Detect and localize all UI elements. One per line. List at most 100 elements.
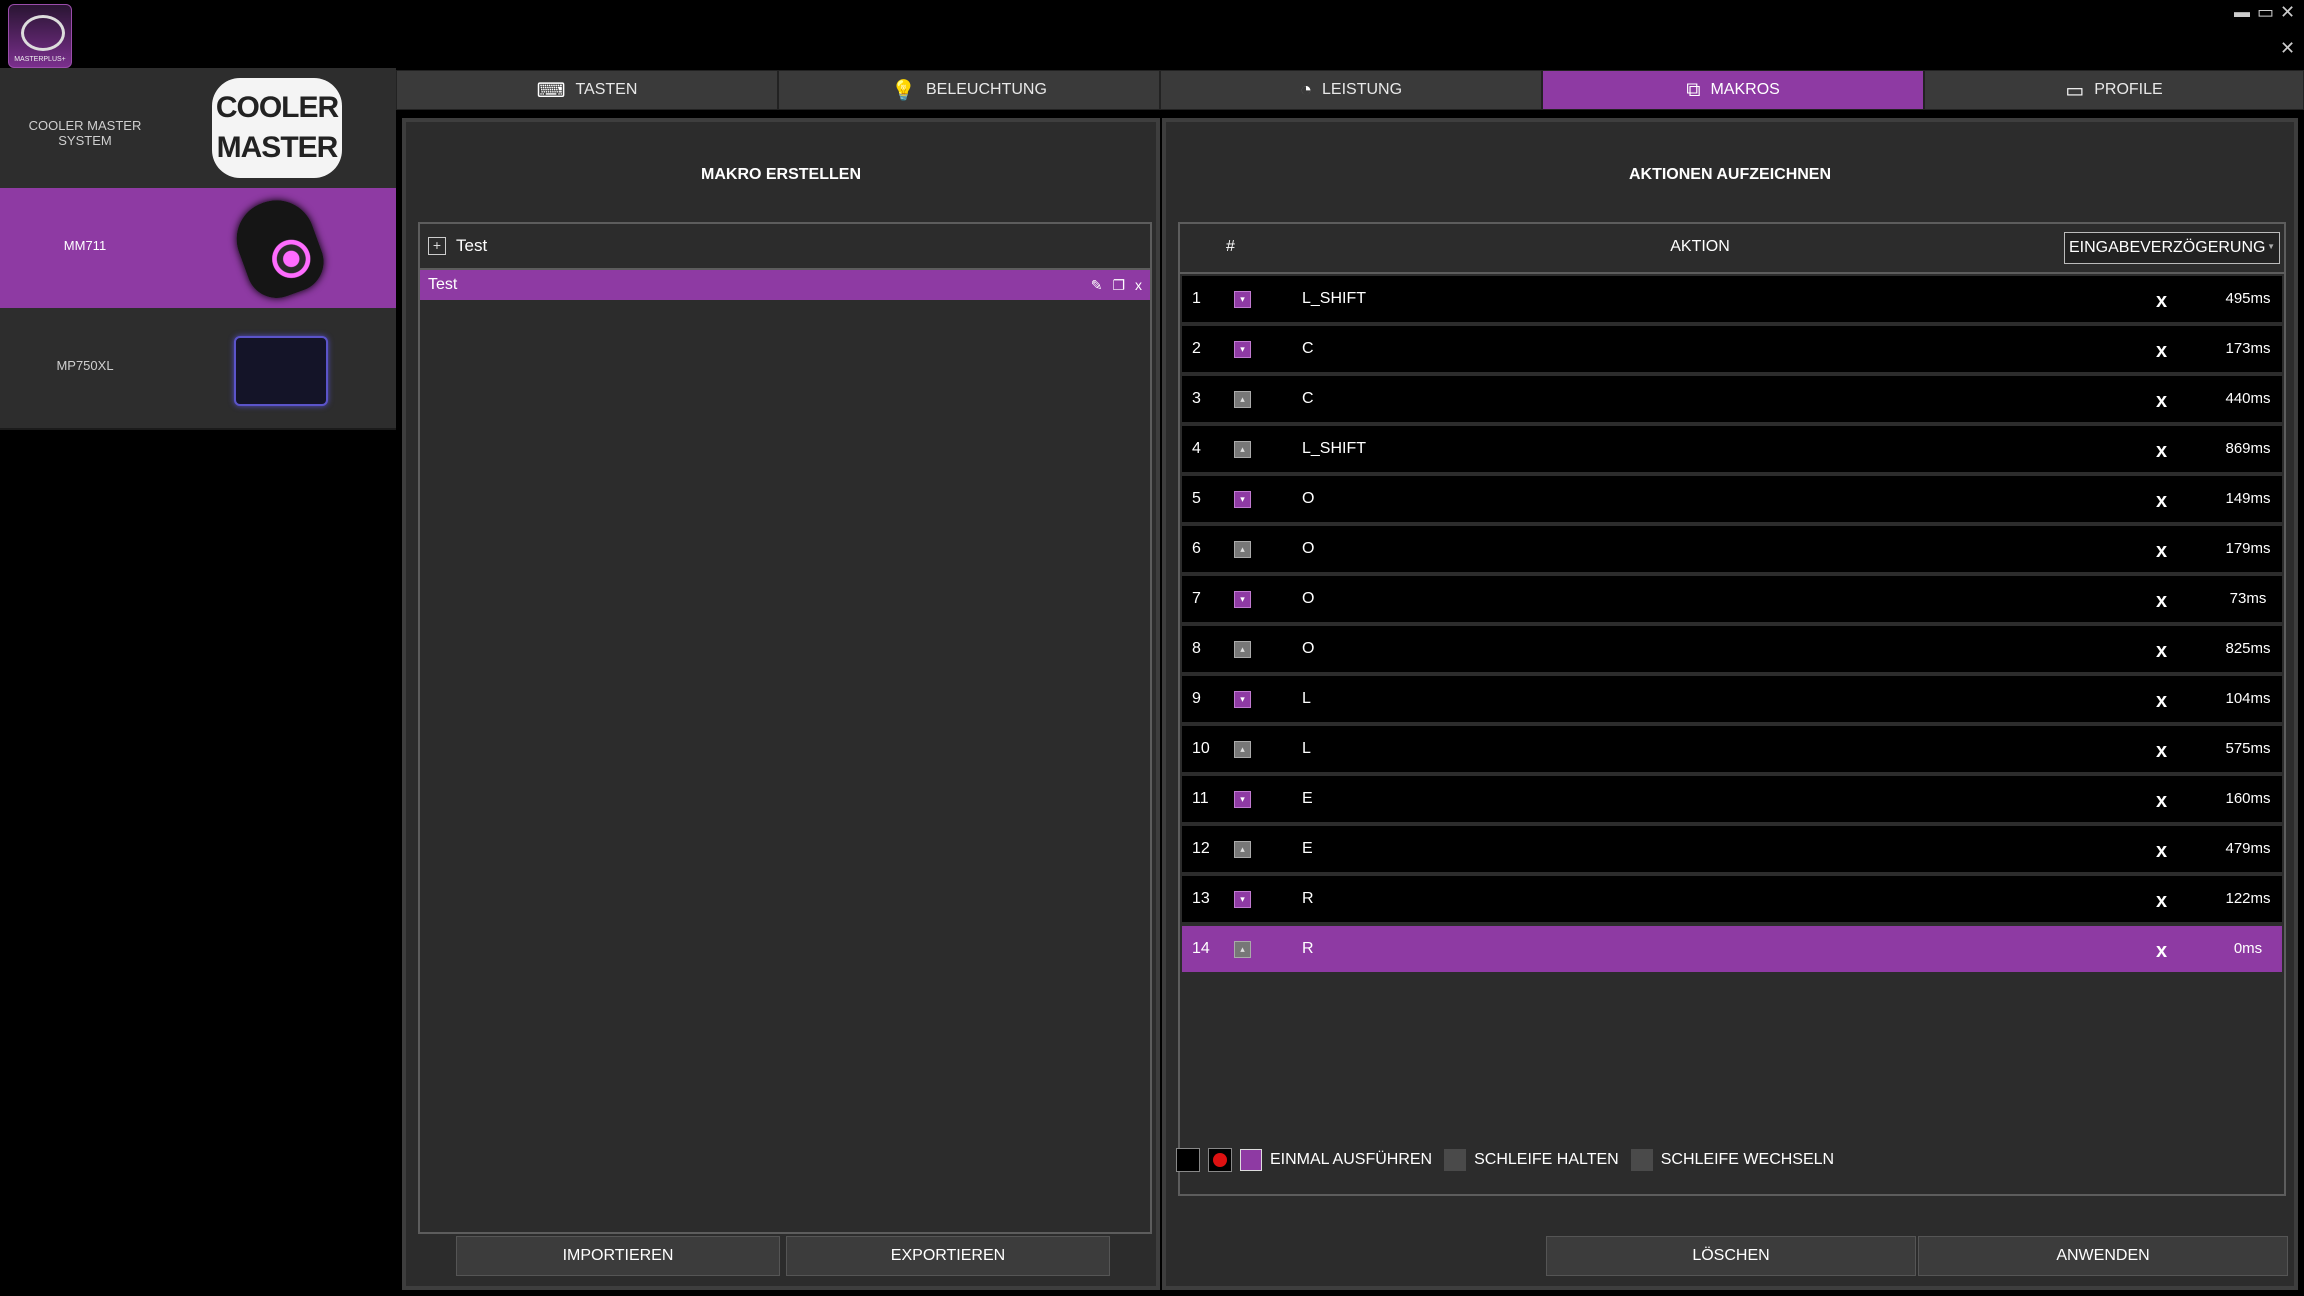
run-once-label: EINMAL AUSFÜHREN [1270,1151,1433,1168]
row-key: E [1302,840,1313,857]
row-number: 7 [1192,590,1201,607]
export-button[interactable]: EXPORTIEREN [786,1236,1110,1276]
record-button[interactable] [1208,1148,1232,1172]
masterplus-logo[interactable]: MASTERPLUS+ [8,4,72,68]
table-row[interactable]: 2 ▾ Cx 173ms [1182,326,2282,376]
device-name: MP750XL [56,358,114,373]
row-delay[interactable]: 495ms [2222,290,2274,307]
import-button[interactable]: IMPORTIEREN [456,1236,780,1276]
row-key: C [1302,340,1314,357]
tab-label: PROFILE [2094,81,2163,98]
row-delay[interactable]: 0ms [2222,940,2274,957]
row-key: E [1302,790,1313,807]
device-item-mp750xl[interactable]: MP750XL [0,308,396,430]
device-sidebar: COOLER MASTER SYSTEM COOLER MASTER MM711… [0,68,396,1296]
table-row[interactable]: 7 ▾ Ox 73ms [1182,576,2282,626]
delete-row-icon[interactable]: x [2156,890,2167,913]
delete-row-icon[interactable]: x [2156,740,2167,763]
key-up-icon: ▴ [1234,391,1251,408]
delete-row-icon[interactable]: x [2156,690,2167,713]
delete-macro-icon[interactable]: x [1135,277,1142,294]
device-item-mm711[interactable]: MM711 [0,188,396,310]
delete-row-icon[interactable]: x [2156,340,2167,363]
row-key: R [1302,890,1314,907]
key-down-icon: ▾ [1234,491,1251,508]
row-delay[interactable]: 104ms [2222,690,2274,707]
delete-button[interactable]: LÖSCHEN [1546,1236,1916,1276]
row-delay[interactable]: 73ms [2222,590,2274,607]
table-row[interactable]: 11 ▾ Ex 160ms [1182,776,2282,826]
duplicate-icon[interactable]: ❐ [1112,277,1125,294]
cooler-master-logo: COOLER MASTER [212,78,342,178]
table-row[interactable]: 14 ▴ Rx 0ms [1182,926,2282,976]
device-name: COOLER MASTER SYSTEM [28,118,142,148]
table-row[interactable]: 10 ▴ Lx 575ms [1182,726,2282,776]
row-key: C [1302,390,1314,407]
close-button-top[interactable]: ✕ [2280,2,2295,23]
table-row[interactable]: 3 ▴ Cx 440ms [1182,376,2282,426]
tab-profile[interactable]: ▭ PROFILE [1924,70,2304,110]
table-row[interactable]: 9 ▾ Lx 104ms [1182,676,2282,726]
table-row[interactable]: 13 ▾ Rx 122ms [1182,876,2282,926]
delete-row-icon[interactable]: x [2156,540,2167,563]
delete-row-icon[interactable]: x [2156,490,2167,513]
record-actions-panel: AKTIONEN AUFZEICHNEN # AKTION EINGABEVER… [1162,118,2298,1290]
row-number: 3 [1192,390,1201,407]
row-delay[interactable]: 440ms [2222,390,2274,407]
tab-label: MAKROS [1710,81,1780,98]
macro-item-selected[interactable]: Test ✎ ❐ x [420,270,1150,300]
row-delay[interactable]: 160ms [2222,790,2274,807]
loop-toggle-checkbox[interactable] [1630,1149,1653,1171]
table-row[interactable]: 5 ▾ Ox 149ms [1182,476,2282,526]
delete-row-icon[interactable]: x [2156,440,2167,463]
row-delay[interactable]: 179ms [2222,540,2274,557]
maximize-button[interactable]: ▭ [2257,2,2274,23]
edit-icon[interactable]: ✎ [1091,277,1103,294]
tab-beleuchtung[interactable]: 💡 BELEUCHTUNG [778,70,1160,110]
close-button[interactable]: ✕ [2280,38,2295,59]
delete-row-icon[interactable]: x [2156,390,2167,413]
key-down-icon: ▾ [1234,291,1251,308]
table-row[interactable]: 8 ▴ Ox 825ms [1182,626,2282,676]
key-up-icon: ▴ [1234,741,1251,758]
loop-hold-checkbox[interactable] [1444,1149,1467,1171]
delete-row-icon[interactable]: x [2156,840,2167,863]
row-number: 13 [1192,890,1210,907]
row-delay[interactable]: 575ms [2222,740,2274,757]
key-down-icon: ▾ [1234,791,1251,808]
delete-row-icon[interactable]: x [2156,640,2167,663]
macro-group[interactable]: + Test [420,224,1150,270]
stop-button[interactable] [1176,1148,1200,1172]
row-delay[interactable]: 173ms [2222,340,2274,357]
device-item-cooler-master-system[interactable]: COOLER MASTER SYSTEM COOLER MASTER [0,68,396,190]
row-delay[interactable]: 479ms [2222,840,2274,857]
macro-icon: ⧉ [1686,78,1701,101]
expand-icon[interactable]: + [428,237,446,255]
row-delay[interactable]: 869ms [2222,440,2274,457]
tab-leistung[interactable]: ◔ LEISTUNG [1160,70,1542,110]
delete-row-icon[interactable]: x [2156,790,2167,813]
table-row[interactable]: 6 ▴ Ox 179ms [1182,526,2282,576]
delete-row-icon[interactable]: x [2156,290,2167,313]
col-action-header: AKTION [1670,238,1730,255]
macro-group-name: Test [456,236,488,255]
key-up-icon: ▴ [1234,641,1251,658]
run-once-checkbox[interactable] [1240,1149,1262,1171]
delay-mode-select[interactable]: EINGABEVERZÖGERUNG ▼ [2064,232,2280,264]
row-delay[interactable]: 122ms [2222,890,2274,907]
minimize-button[interactable]: ▬ [2234,4,2250,22]
apply-button[interactable]: ANWENDEN [1918,1236,2288,1276]
row-delay[interactable]: 825ms [2222,640,2274,657]
key-up-icon: ▴ [1234,441,1251,458]
title-bar: MASTERPLUS+ ▬ ▭ ✕ ✕ [0,0,2304,68]
table-row[interactable]: 4 ▴ L_SHIFT x 869ms [1182,426,2282,476]
tab-makros[interactable]: ⧉ MAKROS [1542,70,1924,110]
table-row[interactable]: 1 ▾ L_SHIFT x 495ms [1182,276,2282,326]
row-delay[interactable]: 149ms [2222,490,2274,507]
row-key: L [1302,690,1311,707]
profile-icon: ▭ [2065,79,2085,102]
table-row[interactable]: 12 ▴ Ex 479ms [1182,826,2282,876]
tab-tasten[interactable]: ⌨ TASTEN [396,70,778,110]
delete-row-icon[interactable]: x [2156,940,2167,963]
delete-row-icon[interactable]: x [2156,590,2167,613]
